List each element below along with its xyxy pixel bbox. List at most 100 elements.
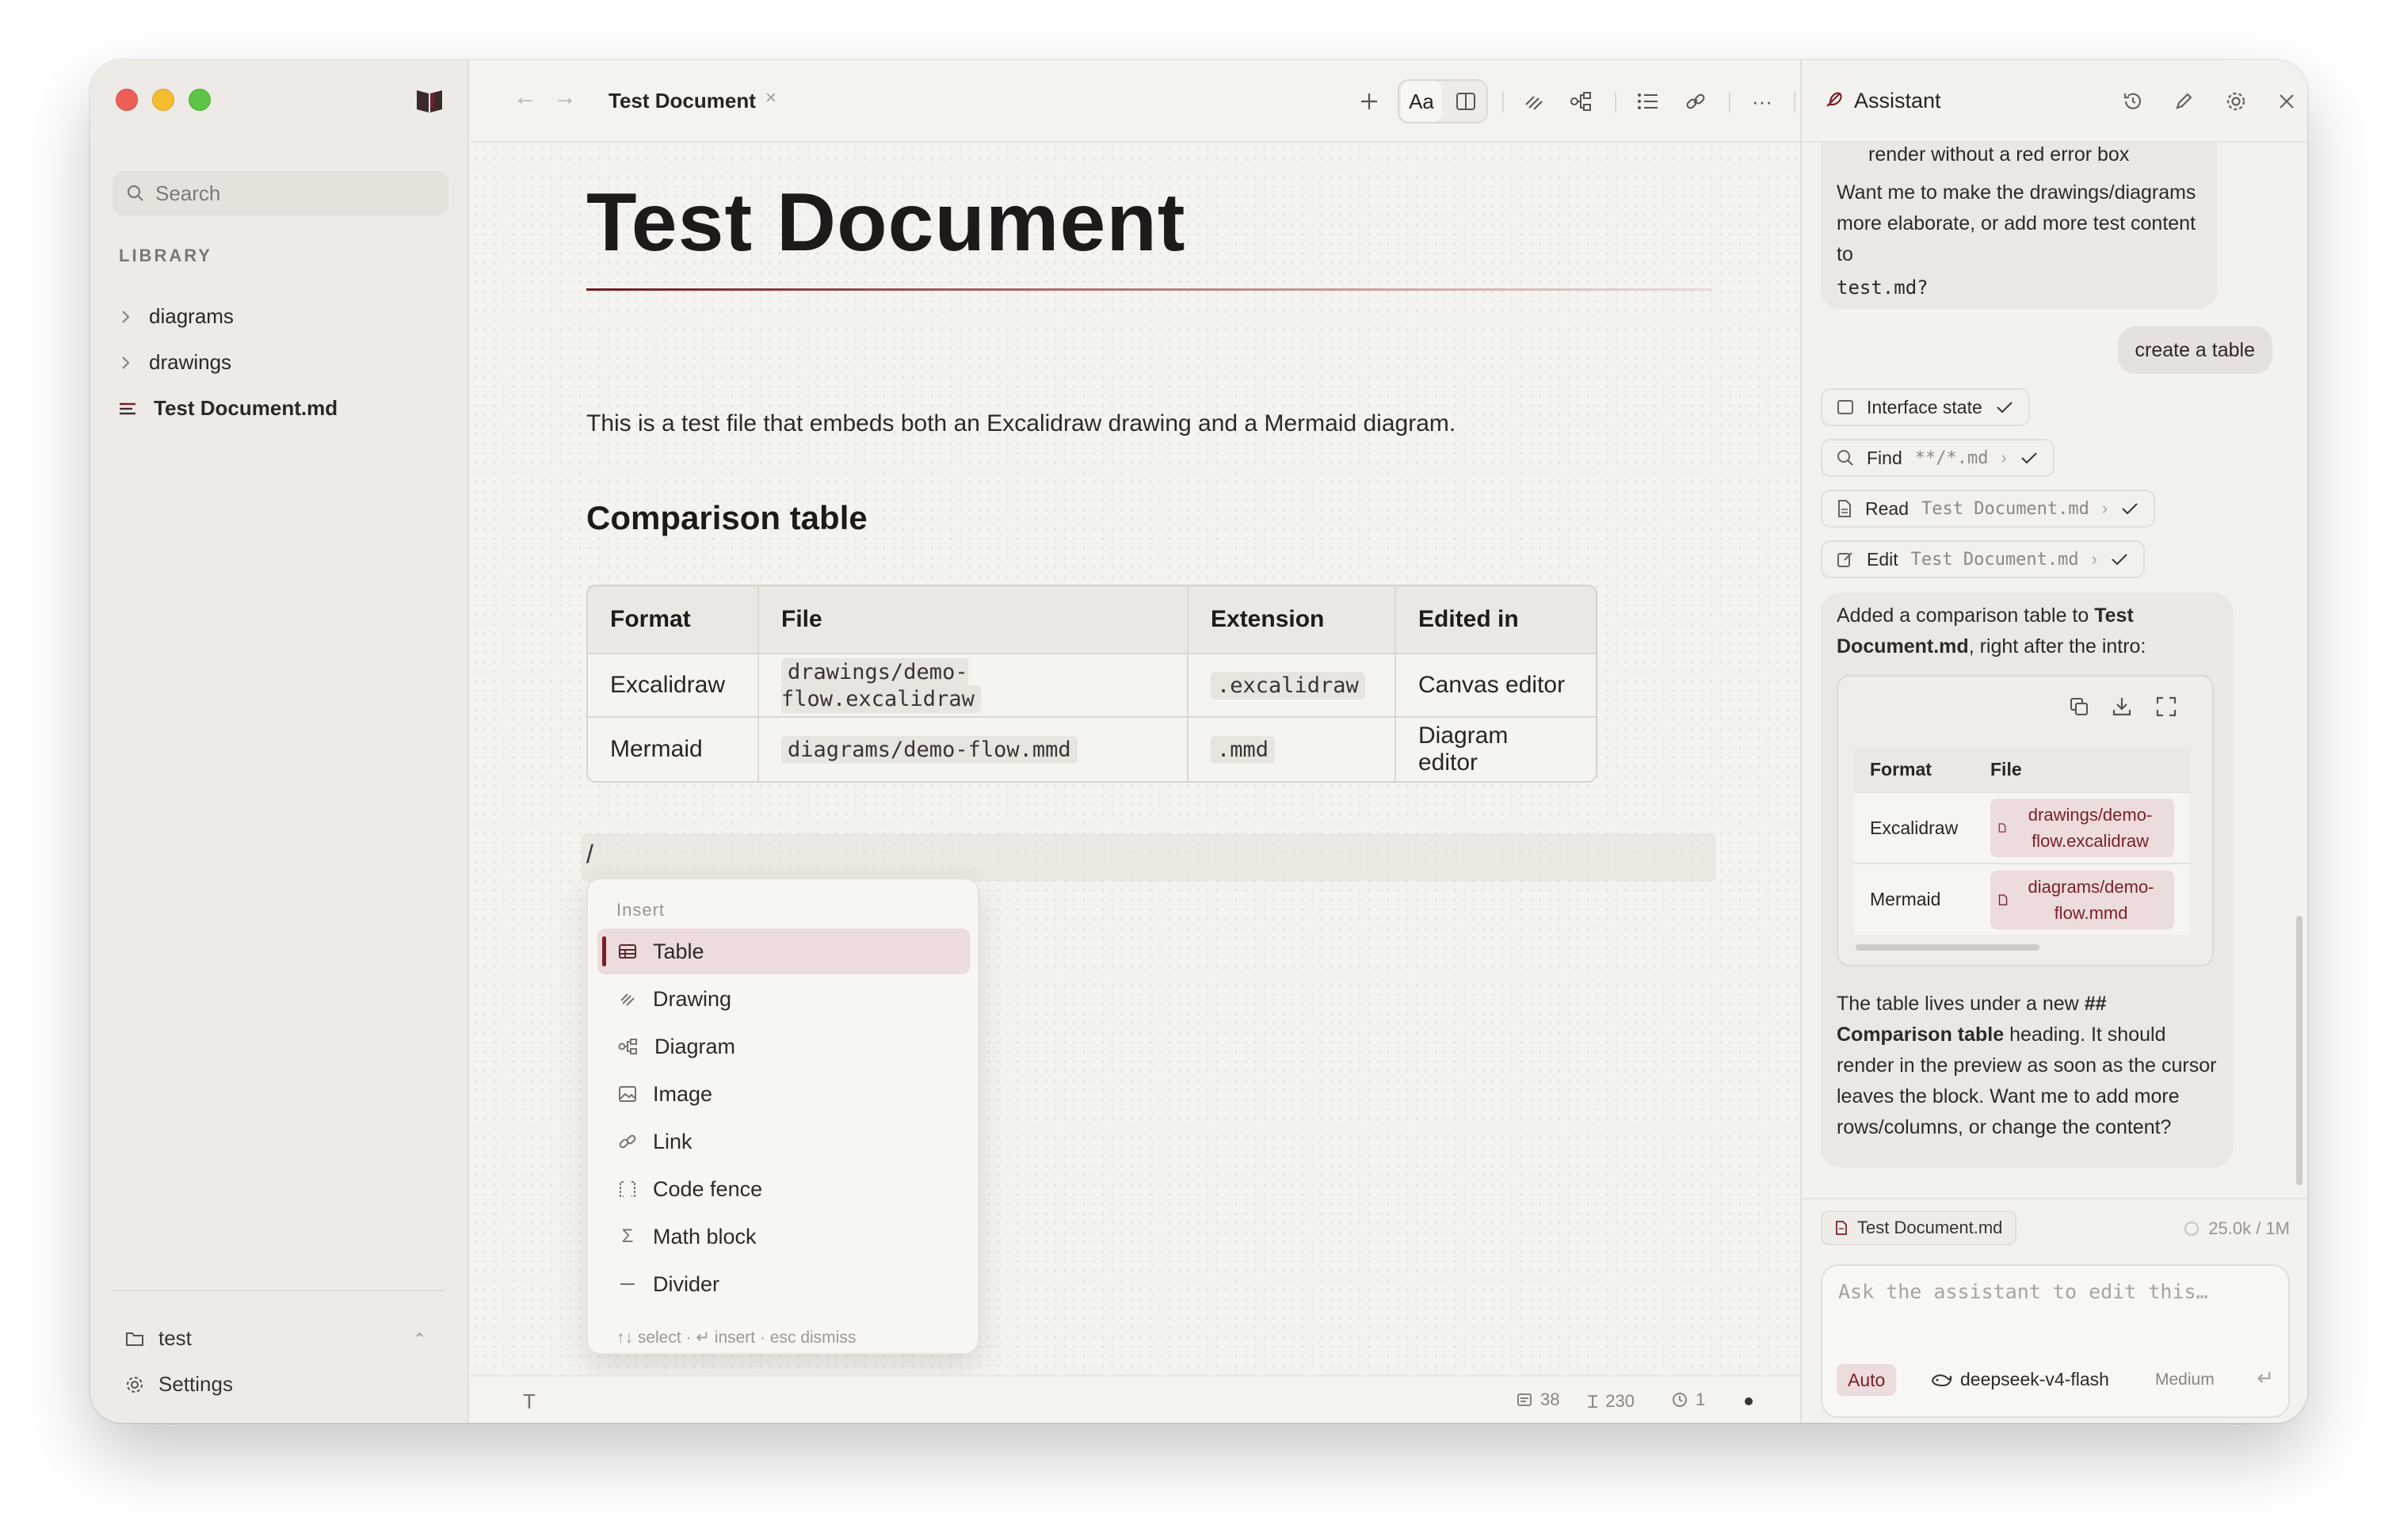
menu-item-label: Table	[653, 939, 704, 963]
menu-item-link[interactable]: Link	[597, 1119, 970, 1165]
table-cell: Excalidraw	[588, 654, 759, 718]
unsaved-indicator	[1745, 1397, 1753, 1405]
zoom-window-button[interactable]	[189, 89, 211, 111]
assistant-panel: Assistant render without a red error box…	[1800, 60, 2307, 1423]
pencil-scribble-icon	[620, 993, 635, 1006]
fullscreen-icon[interactable]	[2155, 696, 2177, 718]
message-text: Added a comparison table to Test Documen…	[1837, 600, 2217, 662]
flowchart-icon	[618, 1039, 637, 1054]
menu-item-diagram[interactable]: Diagram	[597, 1023, 970, 1069]
tool-call-find[interactable]: Find **/*.md ›	[1821, 439, 2055, 477]
table-header-row: Format File	[1854, 748, 2190, 792]
vertical-scrollbar[interactable]	[2296, 916, 2303, 1185]
book-icon[interactable]	[414, 84, 445, 116]
link-icon	[619, 1134, 636, 1149]
history-count[interactable]: 1	[1672, 1389, 1705, 1410]
tool-call-edit[interactable]: Edit Test Document.md ›	[1821, 540, 2145, 578]
settings-button[interactable]: Settings	[125, 1372, 233, 1397]
file-chip[interactable]: diagrams/demo-flow.mmd	[1990, 870, 2174, 929]
table-header-row: Format File Extension Edited in	[588, 586, 1596, 654]
gear-icon	[127, 1376, 143, 1393]
menu-item-label: Image	[653, 1081, 713, 1106]
tab-test-document[interactable]: Test Document	[609, 89, 756, 113]
back-arrow-icon[interactable]: ←	[513, 84, 537, 111]
editor-pane[interactable]: Test Document This is a test file that e…	[471, 144, 1800, 1375]
menu-item-divider[interactable]: Divider	[597, 1261, 970, 1307]
checkmark-icon	[1997, 402, 2013, 414]
table-icon	[619, 944, 636, 959]
close-tab-icon[interactable]: ×	[765, 87, 776, 109]
insert-menu-hint: ↑↓ select · ↵ insert · esc dismiss	[616, 1328, 857, 1347]
new-chat-pencil-icon[interactable]	[2169, 87, 2198, 116]
horizontal-scrollbar[interactable]	[1856, 944, 2039, 951]
feather-icon	[1826, 92, 1842, 107]
sidebar-item-drawings[interactable]: drawings	[119, 350, 231, 375]
model-selector[interactable]: deepseek-v4-flash	[1930, 1369, 2109, 1390]
text-cursor-icon: Ɪ	[1588, 1392, 1598, 1412]
chevron-right-icon	[122, 356, 130, 369]
link-button[interactable]	[1675, 81, 1716, 122]
menu-item-drawing[interactable]: Drawing	[597, 976, 970, 1022]
preview-table: Format File Excalidraw drawings/demo-flo…	[1854, 748, 2190, 935]
window-icon	[1837, 400, 1853, 414]
table-cell: .excalidraw	[1188, 654, 1396, 718]
gear-icon[interactable]	[2222, 87, 2250, 116]
more-button[interactable]: ···	[1742, 81, 1783, 122]
folder-icon	[126, 1332, 143, 1346]
assistant-input[interactable]: Ask the assistant to edit this… Auto dee…	[1821, 1264, 2290, 1418]
chevron-up-down-icon[interactable]: ⌃	[413, 1329, 426, 1349]
context-file-chip[interactable]: Test Document.md	[1821, 1210, 2017, 1245]
forward-arrow-icon[interactable]: →	[553, 84, 577, 111]
document-lines-icon	[120, 402, 135, 414]
message-text: render without a red error box	[1868, 143, 2130, 166]
close-icon[interactable]	[2272, 87, 2301, 116]
search-input[interactable]: Search	[113, 171, 448, 215]
workspace-switcher[interactable]: test	[125, 1326, 192, 1351]
sidebar-item-diagrams[interactable]: diagrams	[119, 304, 234, 329]
sidebar: Search LIBRARY diagrams drawings Test Do…	[90, 60, 469, 1423]
tool-call-read[interactable]: Read Test Document.md ›	[1821, 490, 2156, 528]
menu-item-label: Divider	[653, 1271, 720, 1296]
file-icon	[1836, 1221, 1847, 1235]
checkmark-icon	[2112, 554, 2127, 566]
intro-paragraph: This is a test file that embeds both an …	[586, 410, 1456, 436]
tool-call-interface-state[interactable]: Interface state	[1821, 388, 2030, 426]
menu-item-image[interactable]: Image	[597, 1071, 970, 1117]
columns-icon	[1456, 93, 1475, 110]
send-return-icon[interactable]: ↵	[2257, 1366, 2274, 1390]
column-header: File	[1974, 748, 2190, 792]
diagram-button[interactable]	[1561, 81, 1602, 122]
divider	[1615, 92, 1616, 112]
plus-icon	[1361, 93, 1377, 109]
effort-selector[interactable]: Medium	[2155, 1370, 2215, 1389]
split-view-button[interactable]	[1445, 81, 1486, 122]
minimize-window-button[interactable]	[152, 89, 174, 111]
sidebar-item-label: Test Document.md	[154, 396, 338, 420]
text-format-icon[interactable]: T	[523, 1389, 536, 1414]
font-button[interactable]: Aa	[1401, 81, 1442, 122]
new-document-button[interactable]	[1349, 81, 1390, 122]
sidebar-item-test-document[interactable]: Test Document.md	[119, 396, 338, 421]
file-chip[interactable]: drawings/demo-flow.excalidraw	[1990, 799, 2174, 857]
usage-ring-icon	[2184, 1221, 2200, 1237]
table-cell: Mermaid	[1854, 863, 1974, 935]
list-button[interactable]	[1627, 81, 1669, 122]
copy-icon[interactable]	[2068, 696, 2090, 718]
sigma-icon: Σ	[621, 1226, 634, 1247]
mode-selector[interactable]: Auto	[1837, 1364, 1897, 1396]
table-cell: Excalidraw	[1854, 791, 1974, 863]
workspace-name: test	[158, 1326, 192, 1350]
drawing-button[interactable]	[1513, 81, 1555, 122]
history-icon[interactable]	[2119, 87, 2147, 116]
model-name: deepseek-v4-flash	[1960, 1369, 2109, 1389]
menu-item-math-block[interactable]: Σ Math block	[597, 1214, 970, 1260]
editor-toolbar: ← → Test Document × Aa ···	[471, 60, 1852, 143]
table-cell: drawings/demo-flow.excalidraw	[1974, 791, 2190, 863]
message-text-part: The table lives under a new	[1837, 993, 2085, 1015]
menu-item-code-fence[interactable]: Code fence	[597, 1166, 970, 1212]
slash-command-text[interactable]: /	[586, 840, 593, 869]
menu-item-table[interactable]: Table	[597, 928, 970, 974]
close-window-button[interactable]	[116, 89, 138, 111]
divider	[1802, 1198, 2307, 1199]
download-icon[interactable]	[2111, 696, 2133, 718]
